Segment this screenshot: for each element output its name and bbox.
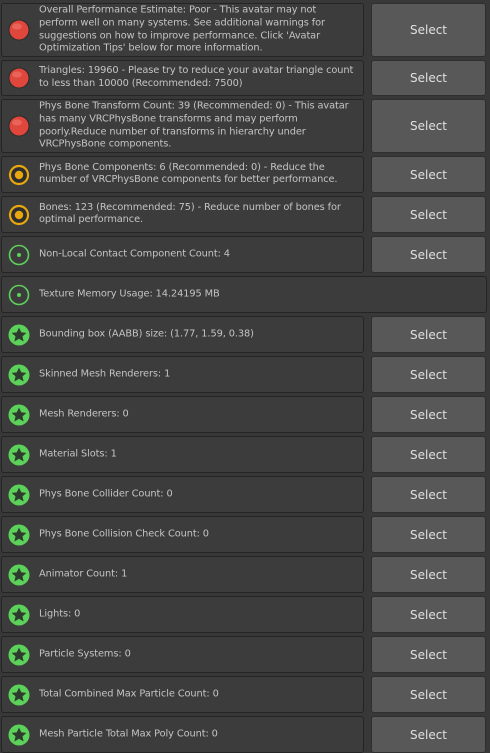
stat-row: Triangles: 19960 - Please try to reduce … (0, 60, 490, 96)
star-icon (7, 363, 31, 387)
stat-row: Phys Bone Collider Count: 0 Select (0, 476, 490, 513)
stat-message-text: Total Combined Max Particle Count: 0 (39, 688, 219, 700)
stat-message-box: Phys Bone Transform Count: 39 (Recommend… (1, 99, 364, 153)
stat-message-box: Phys Bone Components: 6 (Recommended: 0)… (1, 156, 364, 193)
stat-message-text: Phys Bone Components: 6 (Recommended: 0)… (39, 161, 338, 186)
stat-message-box: Bones: 123 (Recommended: 75) - Reduce nu… (1, 196, 364, 233)
stat-row: Phys Bone Components: 6 (Recommended: 0)… (0, 156, 490, 193)
select-button[interactable]: Select (371, 156, 486, 193)
stat-message-text: Particle Systems: 0 (39, 648, 131, 660)
stat-message-box: Total Combined Max Particle Count: 0 (1, 676, 364, 713)
stat-message-box: Phys Bone Collision Check Count: 0 (1, 516, 364, 553)
select-button[interactable]: Select (371, 516, 486, 553)
star-icon (7, 643, 31, 667)
select-button[interactable]: Select (371, 60, 486, 96)
stat-message-box: Phys Bone Collider Count: 0 (1, 476, 364, 513)
star-icon (7, 483, 31, 507)
error-icon (7, 114, 31, 138)
info-icon (7, 243, 31, 267)
stat-row: Particle Systems: 0 Select (0, 636, 490, 673)
stat-message-text: Mesh Renderers: 0 (39, 408, 129, 420)
stat-message-text: Bones: 123 (Recommended: 75) - Reduce nu… (39, 201, 341, 226)
stat-message-box: Mesh Particle Total Max Poly Count: 0 (1, 716, 364, 753)
stat-message-box: Triangles: 19960 - Please try to reduce … (1, 60, 364, 96)
warning-icon (7, 203, 31, 227)
select-button[interactable]: Select (371, 236, 486, 273)
select-button[interactable]: Select (371, 356, 486, 393)
warning-icon (7, 163, 31, 187)
select-button[interactable]: Select (371, 476, 486, 513)
stat-row: Bounding box (AABB) size: (1.77, 1.59, 0… (0, 316, 490, 353)
select-button[interactable]: Select (371, 556, 486, 593)
stat-row: Texture Memory Usage: 14.24195 MB (0, 276, 490, 313)
stat-message-box: Animator Count: 1 (1, 556, 364, 593)
stat-message-box: Mesh Renderers: 0 (1, 396, 364, 433)
stat-row: Phys Bone Transform Count: 39 (Recommend… (0, 99, 490, 153)
stat-message-box: Lights: 0 (1, 596, 364, 633)
star-icon (7, 523, 31, 547)
select-button[interactable]: Select (371, 396, 486, 433)
stat-row: Bones: 123 (Recommended: 75) - Reduce nu… (0, 196, 490, 233)
stat-message-text: Skinned Mesh Renderers: 1 (39, 368, 171, 380)
stat-message-box: Non-Local Contact Component Count: 4 (1, 236, 364, 273)
star-icon (7, 683, 31, 707)
stat-row: Lights: 0 Select (0, 596, 490, 633)
stat-message-box: Material Slots: 1 (1, 436, 364, 473)
stat-message-text: Material Slots: 1 (39, 448, 117, 460)
select-button[interactable]: Select (371, 436, 486, 473)
select-button[interactable]: Select (371, 316, 486, 353)
select-button[interactable]: Select (371, 196, 486, 233)
stat-message-box: Texture Memory Usage: 14.24195 MB (1, 276, 487, 313)
stat-row: Total Combined Max Particle Count: 0 Sele… (0, 676, 490, 713)
stat-message-text: Animator Count: 1 (39, 568, 128, 580)
stat-message-text: Overall Performance Estimate: Poor - Thi… (39, 4, 325, 54)
performance-stats-list: Overall Performance Estimate: Poor - Thi… (0, 0, 490, 753)
star-icon (7, 723, 31, 747)
stat-message-text: Non-Local Contact Component Count: 4 (39, 248, 230, 260)
star-icon (7, 403, 31, 427)
star-icon (7, 603, 31, 627)
stat-message-text: Phys Bone Collider Count: 0 (39, 488, 173, 500)
stat-message-box: Skinned Mesh Renderers: 1 (1, 356, 364, 393)
stat-message-box: Particle Systems: 0 (1, 636, 364, 673)
stat-message-text: Texture Memory Usage: 14.24195 MB (39, 288, 220, 300)
stat-message-text: Bounding box (AABB) size: (1.77, 1.59, 0… (39, 328, 254, 340)
select-button[interactable]: Select (371, 3, 486, 57)
star-icon (7, 443, 31, 467)
select-button[interactable]: Select (371, 676, 486, 713)
info-icon (7, 283, 31, 307)
stat-row: Material Slots: 1 Select (0, 436, 490, 473)
select-button[interactable]: Select (371, 99, 486, 153)
star-icon (7, 323, 31, 347)
error-icon (7, 66, 31, 90)
stat-row: Overall Performance Estimate: Poor - Thi… (0, 3, 490, 57)
stat-row: Mesh Particle Total Max Poly Count: 0 Sel… (0, 716, 490, 753)
stat-row: Non-Local Contact Component Count: 4 Sele… (0, 236, 490, 273)
stat-message-box: Bounding box (AABB) size: (1.77, 1.59, 0… (1, 316, 364, 353)
select-button[interactable]: Select (371, 596, 486, 633)
select-button[interactable]: Select (371, 716, 486, 753)
stat-row: Animator Count: 1 Select (0, 556, 490, 593)
stat-message-text: Triangles: 19960 - Please try to reduce … (39, 65, 354, 89)
stat-row: Phys Bone Collision Check Count: 0 Select (0, 516, 490, 553)
select-button[interactable]: Select (371, 636, 486, 673)
stat-row: Skinned Mesh Renderers: 1 Select (0, 356, 490, 393)
stat-message-text: Phys Bone Transform Count: 39 (Recommend… (39, 100, 349, 150)
stat-message-text: Mesh Particle Total Max Poly Count: 0 (39, 728, 218, 740)
stat-row: Mesh Renderers: 0 Select (0, 396, 490, 433)
stat-message-text: Phys Bone Collision Check Count: 0 (39, 528, 209, 540)
error-icon (7, 18, 31, 42)
stat-message-text: Lights: 0 (39, 608, 81, 620)
star-icon (7, 563, 31, 587)
stat-message-box: Overall Performance Estimate: Poor - Thi… (1, 3, 364, 57)
